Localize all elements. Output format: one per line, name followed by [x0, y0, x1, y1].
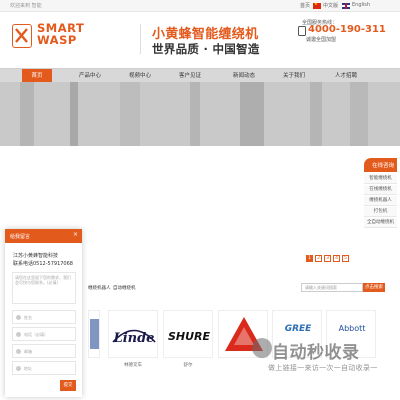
name-field[interactable]: 姓名: [12, 310, 76, 324]
mail-icon: [16, 349, 21, 354]
chat-phone: 联系电话0512-57917068: [13, 261, 73, 267]
message-textarea[interactable]: 请您在这里留下您的需求，我们会尽快与您联系。(必填): [12, 272, 76, 304]
lang-cn-link[interactable]: 中文版: [323, 2, 338, 9]
hotline-subtext: 诚邀全国加盟: [306, 37, 337, 43]
watermark-title: 自动秒收录: [272, 343, 360, 363]
nav-products[interactable]: 产品中心: [72, 69, 108, 83]
partner-logo-partial[interactable]: [88, 310, 100, 358]
nav-testimonials[interactable]: 客户见证: [172, 69, 208, 83]
page-5[interactable]: 5: [342, 255, 349, 262]
partner-caption-shure: 舒尔: [183, 363, 193, 368]
nav-careers-label: 人才招聘: [334, 73, 357, 79]
message-widget-title: 给我留言: [10, 234, 31, 240]
online-consult-title: 在线咨询: [372, 163, 395, 169]
partner-logo-shure[interactable]: SHURE: [163, 310, 213, 358]
nav-products-label: 产品中心: [78, 73, 101, 79]
nav-videos-label: 视频中心: [128, 73, 151, 79]
hotline-number: 4000-190-311: [308, 24, 386, 35]
phone-field[interactable]: 电话（必填）: [12, 327, 76, 341]
watermark-logo-icon: [252, 338, 272, 358]
location-icon: [16, 366, 21, 371]
main-nav: 首页 产品中心 视频中心 客户见证 新闻动态 关于我们 人才招聘: [0, 68, 400, 83]
slogan-main: 小黄蜂智能缠绕机: [152, 27, 259, 42]
page-1[interactable]: 1: [306, 255, 313, 262]
nav-about-label: 关于我们: [282, 73, 305, 79]
welcome-text: 欢迎来到 智能: [10, 3, 42, 9]
hero-banner-image[interactable]: [0, 82, 400, 146]
phone-icon: [298, 26, 306, 36]
page-4[interactable]: 4: [333, 255, 340, 262]
nav-home[interactable]: 首页: [22, 69, 52, 83]
nav-testimonials-label: 客户见证: [178, 73, 201, 79]
name-placeholder: 姓名: [24, 315, 32, 320]
submit-button[interactable]: 提交: [60, 380, 76, 391]
svg-text:Linde: Linde: [113, 331, 155, 346]
email-field[interactable]: 邮箱: [12, 344, 76, 358]
phone-icon: [16, 332, 21, 337]
nav-about[interactable]: 关于我们: [276, 69, 312, 83]
page-3[interactable]: 3: [324, 255, 331, 262]
svg-text:GREE: GREE: [285, 324, 312, 334]
side-item-auto-wrapper[interactable]: 全自动缠绕机: [364, 218, 397, 228]
close-icon[interactable]: ×: [73, 231, 78, 238]
side-item-wrapping-robot[interactable]: 缠绕机器人: [364, 196, 397, 206]
nav-careers[interactable]: 人才招聘: [328, 69, 364, 83]
svg-text:Abbott: Abbott: [339, 324, 366, 333]
top-bar: 欢迎来到 智能 首页 中文版 English: [0, 0, 400, 12]
nav-videos[interactable]: 视频中心: [122, 69, 158, 83]
watermark-slogan: 做上链接一来访一次一自动收录一: [268, 364, 378, 372]
address-field[interactable]: 地址: [12, 361, 76, 375]
home-link[interactable]: 首页: [300, 2, 310, 9]
partner-logo-linde[interactable]: Linde: [108, 310, 158, 358]
logo-icon[interactable]: [12, 24, 32, 48]
email-placeholder: 邮箱: [24, 349, 32, 354]
phone-placeholder: 电话（必填）: [24, 332, 48, 337]
side-item-smart-wrapper[interactable]: 智能缠绕机: [364, 174, 397, 184]
address-placeholder: 地址: [24, 366, 32, 371]
partner-search-button[interactable]: 点击搜索: [363, 283, 385, 292]
message-placeholder: 请您在这里留下您的需求，我们会尽快与您联系。(必填): [15, 275, 71, 285]
partner-caption-linde: 林德叉车: [124, 363, 142, 368]
chat-company: 江苏小黄蜂智能科技: [13, 253, 59, 259]
side-item-online-wrapper[interactable]: 在线缠绕机: [364, 185, 397, 195]
header-divider: [140, 24, 141, 54]
page-2[interactable]: 2: [315, 255, 322, 262]
svg-text:SHURE: SHURE: [168, 330, 211, 343]
user-icon: [16, 315, 21, 320]
lang-en-link[interactable]: English: [352, 2, 370, 8]
partner-tab-auto[interactable]: 自动缠绕机: [113, 285, 136, 291]
nav-home-label: 首页: [31, 73, 43, 79]
nav-news-label: 新闻动态: [232, 73, 255, 79]
nav-news[interactable]: 新闻动态: [226, 69, 262, 83]
side-item-baler[interactable]: 打包机: [364, 207, 397, 217]
uk-flag-icon: [342, 3, 350, 9]
logo-line2: WASP: [37, 33, 77, 47]
partner-search-input[interactable]: 请输入关键词搜索: [301, 283, 363, 292]
online-consult-header[interactable]: 在线咨询: [364, 158, 397, 172]
china-flag-icon: [313, 1, 321, 9]
partner-tab-robot[interactable]: 缠绕机器人: [88, 285, 111, 291]
slogan-sub: 世界品质 · 中国智造: [152, 42, 260, 56]
